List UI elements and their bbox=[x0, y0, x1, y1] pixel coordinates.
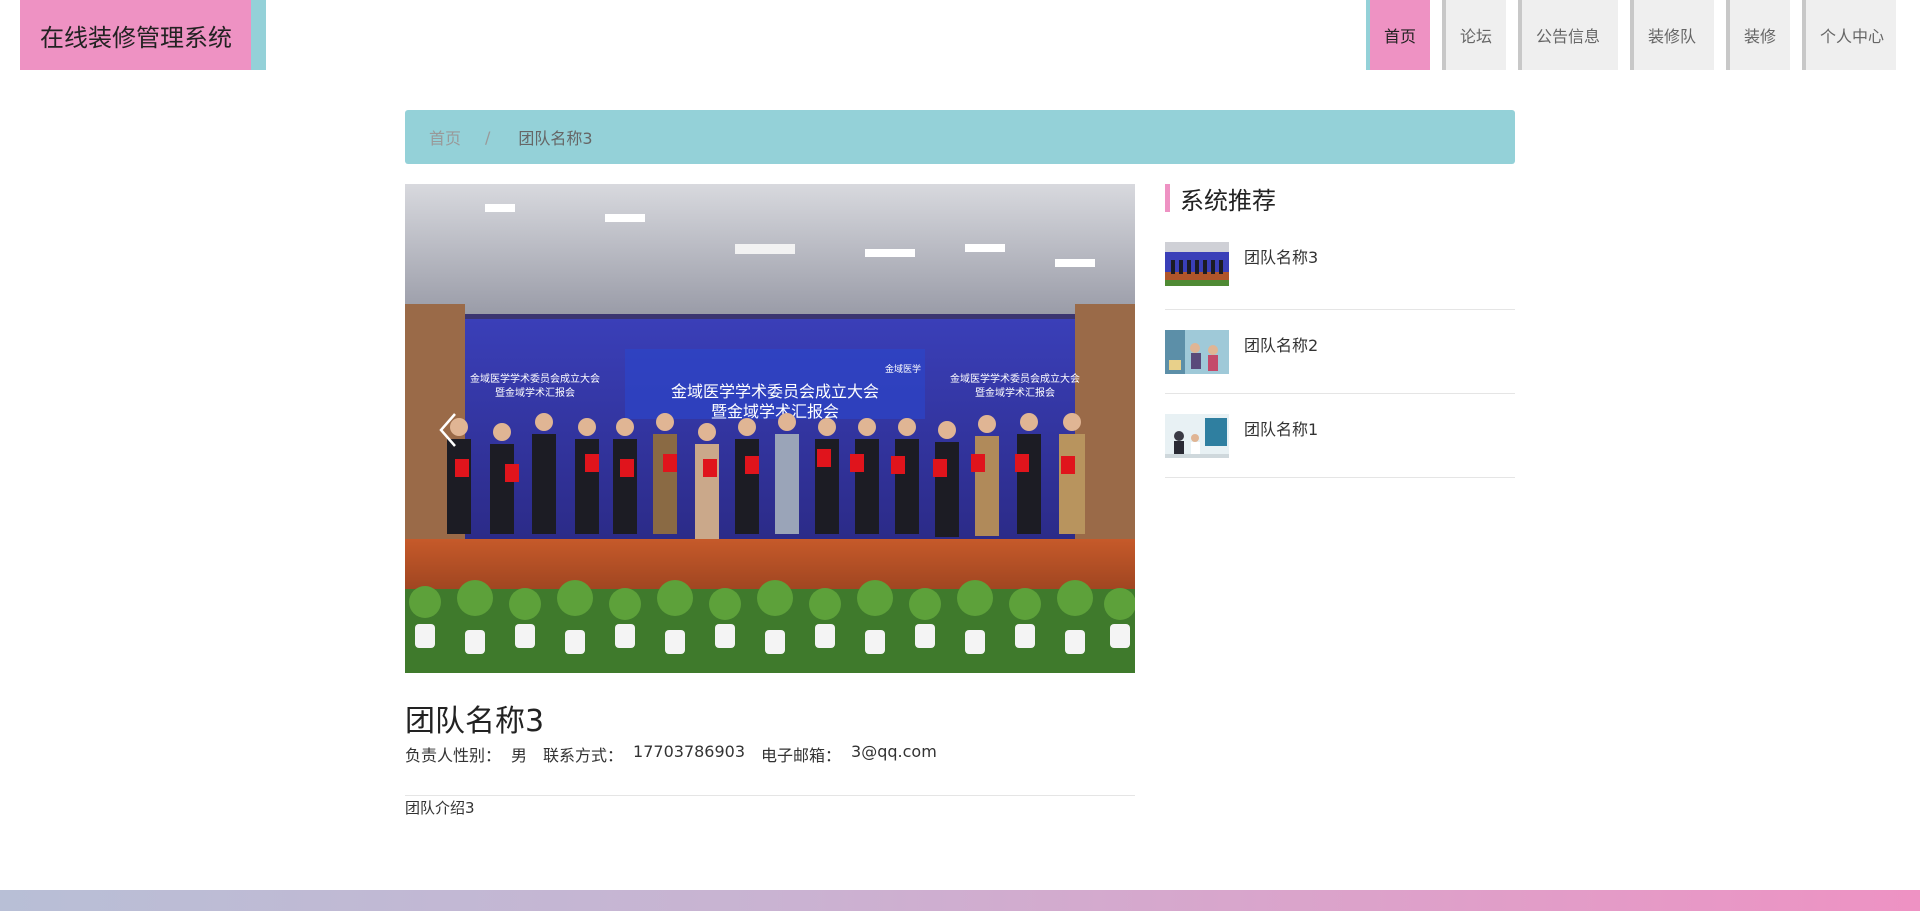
nav-item-label: 装修 bbox=[1744, 27, 1777, 46]
carousel-photo: 金域医学学术委员会成立大会 暨金域学术汇报会 金域医学 金域医学学术委员会成立大… bbox=[405, 184, 1135, 673]
recommend-thumbnail bbox=[1165, 330, 1229, 374]
main-nav: 首页 论坛 公告信息 装修队 装修 个人中心 bbox=[1354, 0, 1896, 70]
nav-item-label: 公告信息 bbox=[1536, 27, 1601, 46]
detail-divider bbox=[405, 795, 1135, 796]
side-banner-right-line2: 暨金域学术汇报会 bbox=[975, 386, 1055, 399]
team-info: 负责人性别： 男 联系方式： 17703786903 电子邮箱： 3@qq.co… bbox=[405, 742, 937, 766]
site-logo[interactable]: 在线装修管理系统 bbox=[20, 0, 266, 70]
recommend-item[interactable]: 团队名称2 bbox=[1165, 310, 1515, 394]
nav-item-personal-center[interactable]: 个人中心 bbox=[1802, 0, 1896, 70]
recommend-label: 团队名称3 bbox=[1244, 248, 1319, 267]
nav-item-renovation[interactable]: 装修 bbox=[1726, 0, 1790, 70]
breadcrumb-separator: / bbox=[485, 127, 491, 147]
nav-item-announcements[interactable]: 公告信息 bbox=[1518, 0, 1618, 70]
recommend-list: 团队名称3 团队名称2 团队名称1 bbox=[1165, 226, 1515, 478]
recommend-title: 系统推荐 bbox=[1165, 184, 1276, 215]
nav-item-label: 个人中心 bbox=[1820, 27, 1885, 46]
nav-item-renovation-teams[interactable]: 装修队 bbox=[1630, 0, 1714, 70]
breadcrumb-home-link[interactable]: 首页 bbox=[429, 125, 461, 149]
nav-item-forum[interactable]: 论坛 bbox=[1442, 0, 1506, 70]
chevron-left-icon[interactable] bbox=[435, 410, 465, 450]
nav-item-label: 首页 bbox=[1384, 27, 1417, 46]
email-label: 电子邮箱： bbox=[761, 746, 842, 765]
nav-item-home[interactable]: 首页 bbox=[1366, 0, 1430, 70]
team-description: 团队介绍3 bbox=[405, 799, 475, 817]
recommend-thumbnail bbox=[1165, 242, 1229, 286]
side-banner-left-line2: 暨金域学术汇报会 bbox=[495, 386, 575, 399]
side-banner-right-line1: 金域医学学术委员会成立大会 bbox=[950, 372, 1080, 385]
recommend-item[interactable]: 团队名称3 bbox=[1165, 226, 1515, 310]
banner-text-line1: 金域医学学术委员会成立大会 bbox=[671, 382, 879, 401]
nav-item-label: 论坛 bbox=[1460, 27, 1493, 46]
recommend-label: 团队名称2 bbox=[1244, 336, 1319, 355]
contact-value: 17703786903 bbox=[633, 742, 746, 761]
side-banner-left-line1: 金域医学学术委员会成立大会 bbox=[470, 372, 600, 385]
gender-label: 负责人性别： bbox=[405, 746, 502, 765]
banner-brand: 金域医学 bbox=[885, 363, 921, 375]
team-title: 团队名称3 bbox=[405, 704, 545, 739]
nav-item-label: 装修队 bbox=[1648, 27, 1697, 46]
image-carousel[interactable]: 金域医学学术委员会成立大会 暨金域学术汇报会 金域医学 金域医学学术委员会成立大… bbox=[405, 184, 1135, 673]
top-header: 在线装修管理系统 首页 论坛 公告信息 装修队 装修 个人中心 bbox=[0, 0, 1920, 70]
gender-value: 男 bbox=[511, 746, 528, 765]
contact-label: 联系方式： bbox=[543, 746, 624, 765]
breadcrumb-current: 团队名称3 bbox=[518, 129, 593, 148]
footer-bar bbox=[0, 890, 1920, 911]
breadcrumb: 首页 / 团队名称3 bbox=[405, 110, 1515, 164]
recommend-item[interactable]: 团队名称1 bbox=[1165, 394, 1515, 478]
banner-text-line2: 暨金域学术汇报会 bbox=[711, 402, 839, 421]
email-value: 3@qq.com bbox=[851, 742, 937, 761]
recommend-thumbnail bbox=[1165, 414, 1229, 458]
recommend-label: 团队名称1 bbox=[1244, 420, 1319, 439]
